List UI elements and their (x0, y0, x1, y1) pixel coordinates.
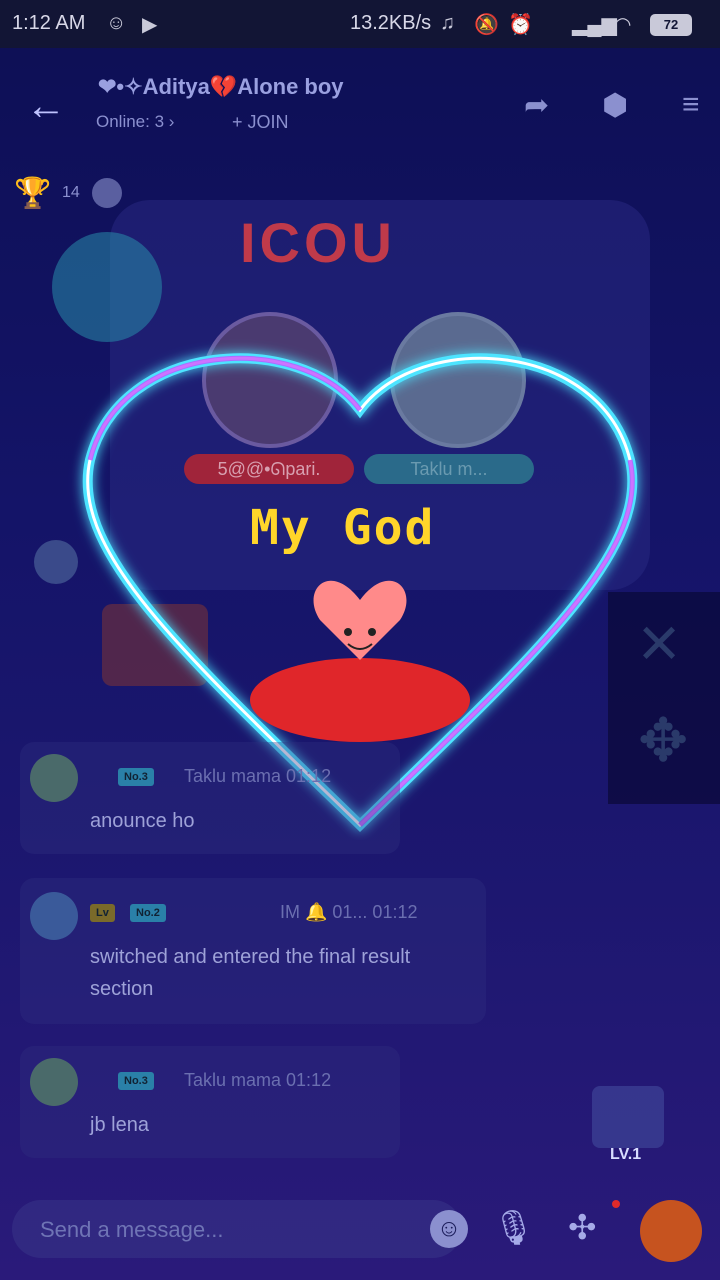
message-input[interactable] (38, 1200, 412, 1260)
room-title: ❤•✧Aditya💔Alone boy (98, 74, 344, 99)
rank-badge: No.2 (130, 904, 166, 922)
headphones-icon: ♫ (440, 12, 455, 34)
emoji-icon[interactable]: ☺ (430, 1210, 468, 1248)
status-time: 1:12 AM (12, 12, 86, 34)
chat-message: No.3 Taklu mama 01:12 jb lena (20, 1046, 400, 1158)
status-bar: 1:12 AM ☺ ▶ 13.2KB/s ♫ 🔕 ⏰ ▂▄▆ ◠ 72 (0, 0, 720, 48)
sender-name-time: Taklu mama 01:12 (184, 766, 332, 786)
rank-badge: No.3 (118, 1072, 154, 1090)
wifi-icon: ◠ (614, 14, 632, 36)
gift-icon[interactable] (640, 1200, 702, 1262)
message-composer: ☺ (12, 1200, 468, 1260)
mute-icon: 🔕 (474, 14, 499, 36)
chat-message: Lv No.2 IM 🔔 01... 01:12 switched and en… (20, 878, 486, 1024)
sender-avatar[interactable] (30, 1058, 78, 1106)
gift-level: LV.1 (610, 1146, 642, 1163)
join-button[interactable]: + JOIN (232, 112, 289, 133)
online-count[interactable]: Online: 3 › (96, 112, 174, 132)
room-header: ← ❤•✧Aditya💔Alone boy Online: 3 › + JOIN… (0, 48, 720, 158)
gift-box-icon[interactable] (592, 1086, 664, 1148)
couple-card-logo: ICOU (240, 211, 396, 274)
level-badge: Lv (90, 904, 115, 922)
menu-icon[interactable]: ≡ (682, 88, 700, 122)
rose-petals-pile (250, 658, 470, 742)
signal-icon: ▂▄▆ (572, 14, 617, 36)
join-label: JOIN (247, 112, 289, 132)
message-text: jb lena (90, 1114, 149, 1136)
message-text-line2: section (90, 978, 154, 1000)
battery-indicator: 72 (650, 14, 692, 36)
rank-badge: No.3 (118, 768, 154, 786)
chat-message: No.3 Taklu mama 01:12 anounce ho (20, 742, 400, 854)
share-icon[interactable]: ➦ (524, 88, 549, 123)
top-fan-avatar[interactable] (92, 178, 122, 208)
online-label: Online: 3 (96, 112, 165, 131)
animation-title: My God (250, 500, 436, 556)
sender-avatar[interactable] (30, 754, 78, 802)
alarm-icon: ⏰ (508, 14, 533, 36)
trophy-count: 14 (62, 184, 80, 201)
sender-name-time: IM 🔔 01... 01:12 (280, 902, 418, 922)
back-arrow-icon[interactable]: ← (26, 84, 66, 129)
message-text-line1: switched and entered the final result (90, 946, 411, 968)
trophy-icon[interactable]: 🏆 (14, 176, 51, 211)
youtube-icon: ▶ (142, 14, 158, 36)
sender-name-time: Taklu mama 01:12 (184, 1070, 332, 1090)
chevron-right-icon: › (168, 112, 175, 131)
message-text: anounce ho (90, 810, 195, 832)
notification-dot (612, 1200, 620, 1208)
cartoon-heart-eye-left (344, 628, 352, 636)
app-notification-icon: ☺ (106, 12, 127, 34)
network-speed: 13.2KB/s (350, 12, 432, 34)
settings-icon[interactable]: ⬢ (602, 88, 628, 123)
sender-avatar[interactable] (30, 892, 78, 940)
cartoon-heart-eye-right (368, 628, 376, 636)
apps-icon[interactable]: ✣ (568, 1208, 597, 1248)
microphone-icon[interactable]: 🎙 (492, 1208, 535, 1248)
